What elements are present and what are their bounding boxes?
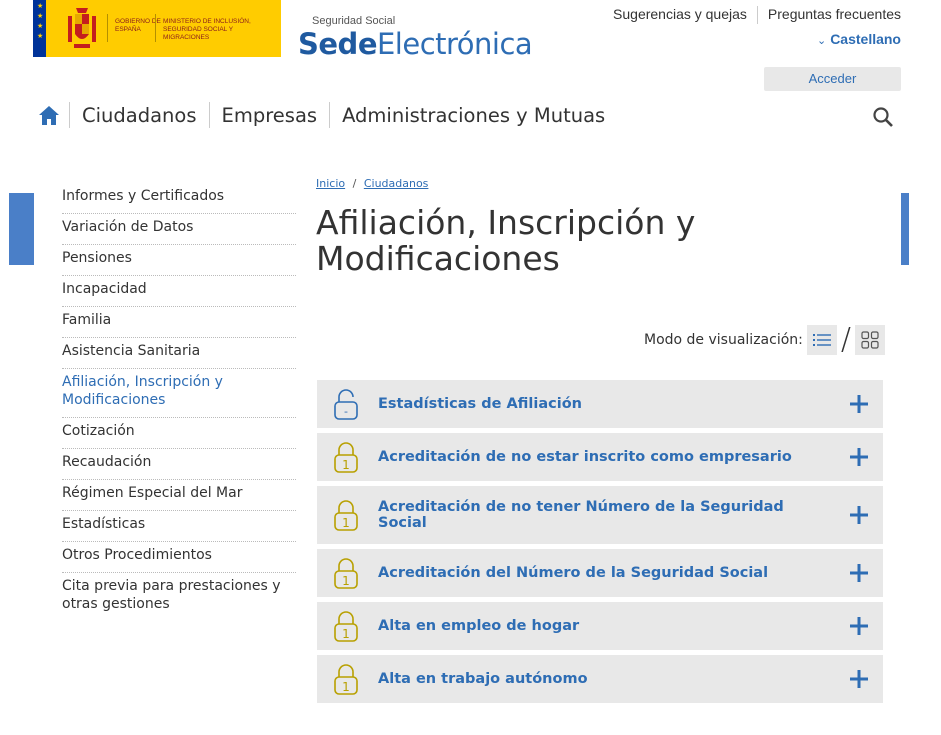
procedure-title: Alta en empleo de hogar: [378, 618, 580, 634]
breadcrumb-separator: /: [352, 177, 357, 190]
government-logo[interactable]: ★ ★ ★ ★ GOBIERNO DE ESPAÑA MINISTERIO DE IN…: [33, 0, 281, 57]
procedure-row[interactable]: 1 Alta en trabajo autónomo: [317, 655, 883, 703]
sidebar-item-pensiones[interactable]: Pensiones: [62, 245, 296, 276]
sidebar-item-afiliacion[interactable]: Afiliación, Inscripción y Modificaciones: [62, 369, 296, 418]
login-button[interactable]: Acceder: [764, 67, 901, 91]
expand-plus-icon[interactable]: [849, 616, 869, 636]
language-label: Castellano: [830, 31, 901, 47]
home-icon[interactable]: [37, 104, 61, 126]
faq-link[interactable]: Preguntas frecuentes: [758, 6, 901, 24]
brand-light: Electrónica: [376, 27, 533, 61]
procedure-row[interactable]: 1 Acreditación del Número de la Segurida…: [317, 549, 883, 597]
nav-item-ciudadanos[interactable]: Ciudadanos: [70, 104, 209, 127]
language-selector[interactable]: ⌄ Castellano: [817, 31, 901, 47]
expand-plus-icon[interactable]: [849, 394, 869, 414]
open-lock-icon: -: [334, 389, 358, 420]
procedure-list: - Estadísticas de Afiliación 1 Acreditac…: [317, 380, 883, 708]
grid-view-button[interactable]: [854, 325, 885, 355]
sidebar-item-asistencia[interactable]: Asistencia Sanitaria: [62, 338, 296, 369]
closed-lock-icon: 1: [334, 500, 358, 531]
nav-item-empresas[interactable]: Empresas: [210, 104, 330, 127]
procedure-title: Acreditación de no estar inscrito como e…: [378, 449, 792, 465]
page-title: Afiliación, Inscripción y Modificaciones: [316, 203, 696, 278]
eu-flag-icon: ★ ★ ★ ★: [33, 0, 46, 57]
lock-mark: 1: [342, 680, 350, 694]
search-icon[interactable]: [872, 106, 894, 128]
procedure-row[interactable]: 1 Acreditación de no tener Número de la …: [317, 486, 883, 544]
right-accent-bar: [901, 193, 909, 265]
ministry-label: MINISTERIO DE INCLUSIÓN, SEGURIDAD SOCIA…: [163, 18, 251, 41]
lock-mark: 1: [342, 574, 350, 588]
breadcrumb: Inicio / Ciudadanos: [316, 177, 428, 190]
grid-icon: [861, 331, 879, 349]
brand-logo[interactable]: SedeElectrónica: [298, 27, 533, 61]
sidebar-item-familia[interactable]: Familia: [62, 307, 296, 338]
government-label: GOBIERNO DE ESPAÑA: [115, 18, 161, 33]
expand-plus-icon[interactable]: [849, 505, 869, 525]
top-links: Sugerencias y quejas Preguntas frecuente…: [603, 6, 901, 24]
procedure-title: Estadísticas de Afiliación: [378, 396, 582, 412]
left-accent-bar: [9, 193, 34, 265]
lock-mark: 1: [342, 516, 350, 530]
lock-mark: -: [344, 405, 348, 418]
expand-plus-icon[interactable]: [849, 563, 869, 583]
sidebar-item-incapacidad[interactable]: Incapacidad: [62, 276, 296, 307]
suggestions-link[interactable]: Sugerencias y quejas: [603, 6, 757, 24]
main-nav: Ciudadanos Empresas Administraciones y M…: [37, 100, 617, 130]
view-mode-switcher: Modo de visualización: /: [644, 325, 885, 355]
procedure-title: Alta en trabajo autónomo: [378, 671, 588, 687]
procedure-title: Acreditación de no tener Número de la Se…: [378, 499, 784, 531]
closed-lock-icon: 1: [334, 664, 358, 695]
sidebar-menu: Informes y Certificados Variación de Dat…: [62, 183, 296, 621]
breadcrumb-home-link[interactable]: Inicio: [316, 177, 345, 190]
procedure-title: Acreditación del Número de la Seguridad …: [378, 565, 769, 581]
logo-divider: [107, 14, 108, 42]
sidebar-item-otros[interactable]: Otros Procedimientos: [62, 542, 296, 573]
nav-item-administraciones[interactable]: Administraciones y Mutuas: [330, 104, 617, 127]
lock-mark: 1: [342, 458, 350, 472]
closed-lock-icon: 1: [334, 558, 358, 589]
closed-lock-icon: 1: [334, 442, 358, 473]
list-view-button[interactable]: [806, 325, 837, 355]
chevron-down-icon: ⌄: [816, 35, 827, 47]
expand-plus-icon[interactable]: [849, 669, 869, 689]
logo-divider: [155, 14, 156, 42]
coat-of-arms-icon: [68, 8, 96, 48]
brand-bold: Sede: [298, 27, 377, 61]
sidebar-item-cotizacion[interactable]: Cotización: [62, 418, 296, 449]
sidebar-item-estadisticas[interactable]: Estadísticas: [62, 511, 296, 542]
expand-plus-icon[interactable]: [849, 447, 869, 467]
brand-subtitle: Seguridad Social: [312, 15, 396, 27]
sidebar-item-informes[interactable]: Informes y Certificados: [62, 183, 296, 214]
procedure-row[interactable]: 1 Alta en empleo de hogar: [317, 602, 883, 650]
procedure-row[interactable]: - Estadísticas de Afiliación: [317, 380, 883, 428]
list-icon: [812, 334, 831, 346]
view-mode-separator: /: [840, 322, 851, 357]
sidebar-item-regimen-mar[interactable]: Régimen Especial del Mar: [62, 480, 296, 511]
view-mode-label: Modo de visualización:: [644, 332, 803, 348]
closed-lock-icon: 1: [334, 611, 358, 642]
sidebar-item-recaudacion[interactable]: Recaudación: [62, 449, 296, 480]
lock-mark: 1: [342, 627, 350, 641]
sidebar-item-variacion[interactable]: Variación de Datos: [62, 214, 296, 245]
breadcrumb-ciudadanos-link[interactable]: Ciudadanos: [364, 177, 429, 190]
procedure-row[interactable]: 1 Acreditación de no estar inscrito como…: [317, 433, 883, 481]
sidebar-item-cita-previa[interactable]: Cita previa para prestaciones y otras ge…: [62, 573, 296, 621]
